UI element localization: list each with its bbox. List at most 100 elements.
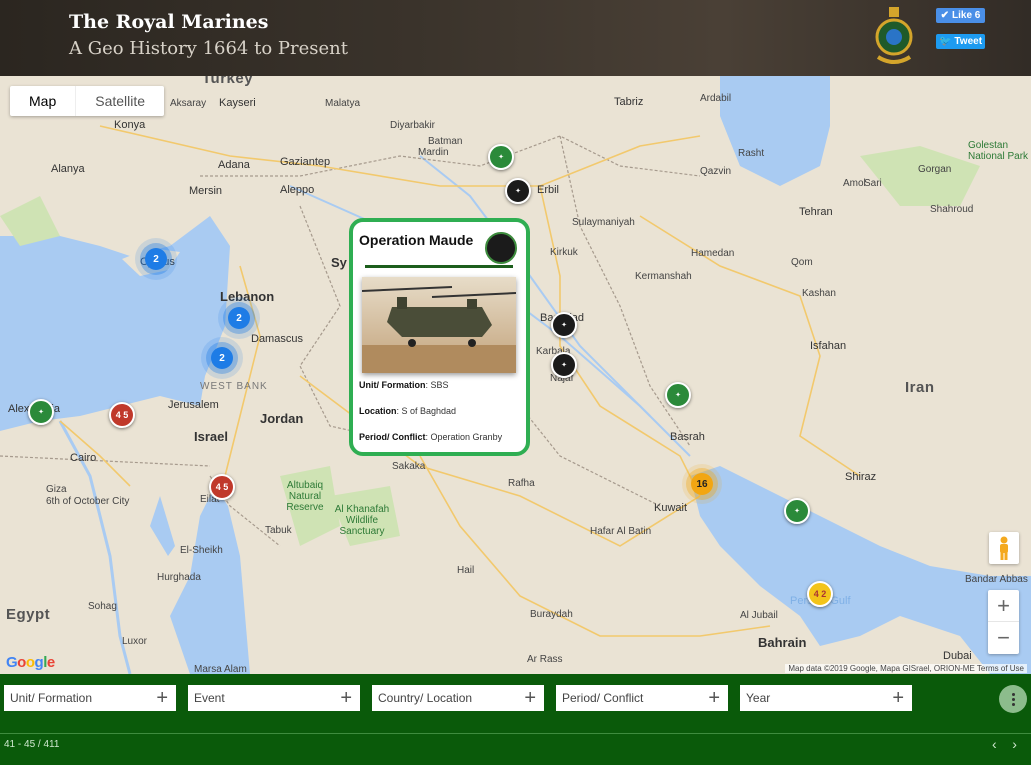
label-tehran: Tehran bbox=[799, 206, 833, 218]
marker-event-yellow[interactable]: 4 2 bbox=[807, 581, 833, 607]
app-title: The Royal Marines bbox=[69, 11, 269, 33]
unit-badge-icon: ✦ bbox=[794, 508, 800, 515]
filter-event[interactable]: Event + bbox=[188, 685, 360, 711]
unit-badge-icon: ✦ bbox=[498, 154, 504, 161]
marker-event-green[interactable]: ✦ bbox=[665, 382, 691, 408]
like-button[interactable]: ✔ Like 6 bbox=[936, 8, 985, 23]
label-sy: Sy bbox=[331, 255, 347, 270]
label-buraydah: Buraydah bbox=[530, 609, 573, 620]
prev-page-button[interactable]: ‹ bbox=[992, 736, 997, 752]
label-luxor: Luxor bbox=[122, 636, 148, 647]
next-page-button[interactable]: › bbox=[1012, 736, 1017, 752]
marker-cluster-kuwait[interactable]: 16 bbox=[691, 473, 713, 495]
label-rafha: Rafha bbox=[508, 478, 535, 489]
label-sulaymaniyah: Sulaymaniyah bbox=[572, 217, 635, 228]
label-altubaiq: Altubaiq Natural Reserve bbox=[286, 480, 324, 513]
label-damascus: Damascus bbox=[251, 333, 303, 345]
label-kermanshah: Kermanshah bbox=[635, 271, 692, 282]
label-mersin: Mersin bbox=[189, 185, 223, 197]
label-dubai: Dubai bbox=[943, 650, 972, 662]
label-lebanon: Lebanon bbox=[220, 289, 275, 304]
marker-event-green[interactable]: ✦ bbox=[488, 144, 514, 170]
label-golestan: Golestan National Park bbox=[968, 140, 1029, 162]
marker-event-red[interactable]: 4 5 bbox=[209, 474, 235, 500]
filter-country-location[interactable]: Country/ Location + bbox=[372, 685, 544, 711]
unit-badge-icon: ✦ bbox=[38, 409, 44, 416]
label-ar-rass: Ar Rass bbox=[527, 654, 563, 665]
marker-event-black[interactable]: ✦ bbox=[551, 352, 577, 378]
marker-cluster-lebanon[interactable]: 2 bbox=[228, 307, 250, 329]
label-tabuk: Tabuk bbox=[265, 525, 292, 536]
label-sakaka: Sakaka bbox=[392, 461, 426, 472]
plus-icon: + bbox=[156, 687, 168, 709]
marker-event-green[interactable]: ✦ bbox=[784, 498, 810, 524]
label-qazvin: Qazvin bbox=[700, 166, 732, 177]
label-isfahan: Isfahan bbox=[810, 340, 847, 352]
marker-event-green[interactable]: ✦ bbox=[28, 399, 54, 425]
label-kayseri: Kayseri bbox=[219, 97, 256, 109]
filter-period-conflict[interactable]: Period/ Conflict + bbox=[556, 685, 728, 711]
popup-title: Operation Maude bbox=[359, 232, 474, 248]
map-attribution[interactable]: Map data ©2019 Google, Mapa GISrael, ORI… bbox=[785, 664, 1027, 673]
label-alanya: Alanya bbox=[51, 163, 85, 175]
map-canvas[interactable]: Map Satellite Turkey Kayseri Aksaray Kon… bbox=[0, 76, 1031, 674]
label-october: 6th of October City bbox=[46, 496, 130, 507]
label-batman: Batman bbox=[428, 136, 463, 147]
tweet-button[interactable]: 🐦 Tweet bbox=[936, 34, 985, 49]
more-options-button[interactable] bbox=[999, 685, 1027, 713]
label-aleppo: Aleppo bbox=[280, 184, 315, 196]
label-kirkuk: Kirkuk bbox=[550, 247, 578, 258]
zoom-out-button[interactable]: − bbox=[988, 622, 1019, 654]
label-qom: Qom bbox=[791, 257, 813, 268]
map-type-map-button[interactable]: Map bbox=[10, 86, 77, 116]
map-type-satellite-button[interactable]: Satellite bbox=[76, 86, 164, 116]
label-egypt: Egypt bbox=[6, 606, 51, 623]
label-jerusalem: Jerusalem bbox=[168, 399, 219, 411]
marker-cluster-cyprus[interactable]: 2 bbox=[145, 248, 167, 270]
filter-unit-formation[interactable]: Unit/ Formation + bbox=[4, 685, 176, 711]
unit-badge-icon: ✦ bbox=[561, 362, 567, 369]
plus-icon: + bbox=[340, 687, 352, 709]
marker-cluster-west-bank[interactable]: 2 bbox=[211, 347, 233, 369]
label-israel: Israel bbox=[194, 429, 228, 444]
label-el-sheikh: El-Sheikh bbox=[180, 545, 223, 556]
marker-event-black[interactable]: ✦ bbox=[551, 312, 577, 338]
label-hafar: Hafar Al Batin bbox=[590, 526, 652, 537]
label-kashan: Kashan bbox=[802, 288, 836, 299]
unit-badge-icon: ✦ bbox=[515, 188, 521, 195]
label-gorgan: Gorgan bbox=[918, 164, 952, 175]
sbs-badge-icon bbox=[485, 232, 517, 264]
filter-year[interactable]: Year + bbox=[740, 685, 912, 711]
label-amol: Amol bbox=[843, 178, 866, 189]
bird-icon: 🐦 bbox=[938, 36, 952, 47]
map-type-control: Map Satellite bbox=[10, 86, 165, 116]
unit-badge-icon: ✦ bbox=[675, 392, 681, 399]
royal-marines-crest-icon bbox=[875, 7, 913, 64]
marker-event-red[interactable]: 4 5 bbox=[109, 402, 135, 428]
popup-period-row: Period/ Conflict: Operation Granby bbox=[359, 432, 503, 442]
label-erbil: Erbil bbox=[537, 184, 560, 196]
plus-icon: + bbox=[708, 687, 720, 709]
dot-icon bbox=[1011, 702, 1015, 706]
marker-event-black[interactable]: ✦ bbox=[505, 178, 531, 204]
label-adana: Adana bbox=[218, 159, 250, 171]
label-giza: Giza bbox=[46, 484, 67, 495]
results-counter: 41 - 45 / 411 bbox=[4, 739, 60, 750]
street-view-pegman[interactable] bbox=[989, 532, 1019, 564]
label-hamedan: Hamedan bbox=[691, 248, 735, 259]
label-bandar-abbas: Bandar Abbas bbox=[965, 574, 1028, 585]
plus-icon: + bbox=[524, 687, 536, 709]
label-al-jubail: Al Jubail bbox=[740, 610, 778, 621]
label-hail: Hail bbox=[457, 565, 475, 576]
google-logo: Google bbox=[6, 654, 55, 671]
label-iran: Iran bbox=[905, 379, 935, 396]
helicopter-photo-icon bbox=[362, 277, 516, 373]
filter-bar: Unit/ Formation + Event + Country/ Locatio… bbox=[0, 674, 1031, 765]
pager: ‹ › bbox=[992, 736, 1017, 752]
label-cairo: Cairo bbox=[70, 452, 97, 464]
label-diyarbakir: Diyarbakir bbox=[390, 120, 436, 131]
dot-icon bbox=[1011, 697, 1015, 701]
check-icon: ✔ bbox=[940, 10, 950, 21]
label-shahroud: Shahroud bbox=[930, 204, 974, 215]
zoom-in-button[interactable]: + bbox=[988, 590, 1019, 622]
